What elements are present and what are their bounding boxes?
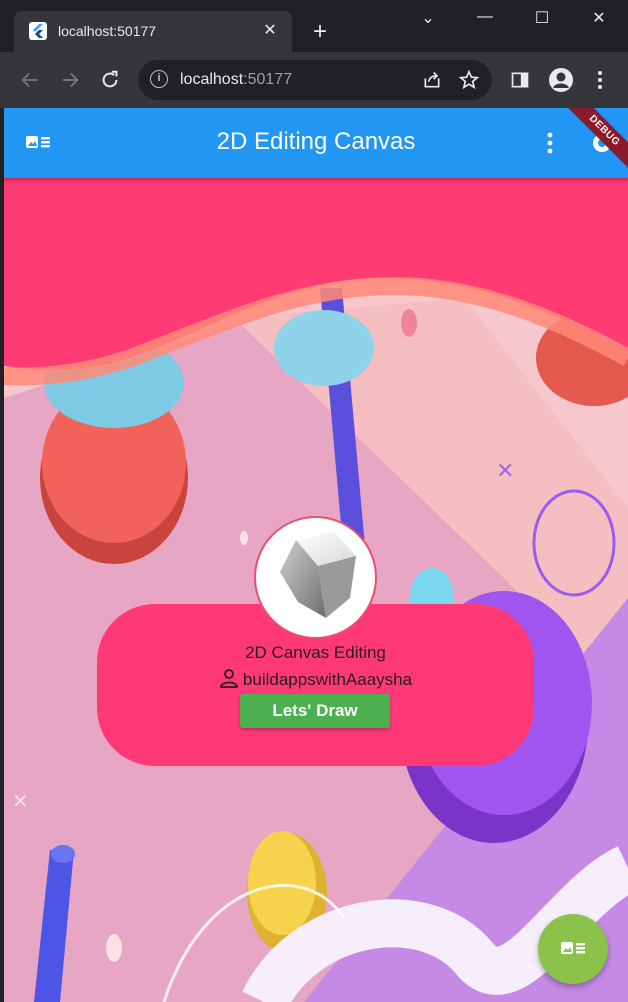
- tab-close-icon[interactable]: ✕: [258, 19, 282, 43]
- address-bar[interactable]: i localhost:50177: [138, 60, 492, 100]
- maximize-button[interactable]: ☐: [522, 8, 562, 28]
- browser-menu-icon[interactable]: [586, 66, 614, 94]
- svg-text:✕: ✕: [12, 789, 29, 813]
- author-row: buildappswithAaaysha: [97, 668, 534, 690]
- side-panel-icon[interactable]: [506, 66, 534, 94]
- reload-icon[interactable]: [96, 66, 124, 94]
- browser-tab[interactable]: localhost:50177 ✕: [14, 11, 292, 52]
- flutter-favicon-icon: [29, 22, 47, 40]
- browser-toolbar: i localhost:50177: [0, 52, 628, 108]
- browser-tabstrip: localhost:50177 ✕ + ⌄ — ☐ ✕: [0, 0, 628, 52]
- image-list-icon: [561, 942, 585, 954]
- bookmark-star-icon[interactable]: [458, 69, 480, 96]
- overflow-menu-icon[interactable]: [546, 132, 554, 159]
- tab-search-icon[interactable]: ⌄: [408, 8, 448, 28]
- minimize-button[interactable]: —: [465, 8, 505, 26]
- person-icon: [220, 669, 238, 688]
- tab-title: localhost:50177: [58, 23, 157, 39]
- window-close-button[interactable]: ✕: [579, 8, 619, 28]
- page-title: 2D Editing Canvas: [216, 128, 416, 155]
- lets-draw-button[interactable]: Lets' Draw: [240, 694, 390, 728]
- url-text: localhost:50177: [180, 71, 292, 89]
- url-host: localhost: [180, 71, 244, 88]
- app-viewport: ✕ ✕ 2D Editing Canvas DEBUG 2D Canvas Ed…: [4, 108, 628, 1002]
- author-name: buildappswithAaaysha: [242, 670, 413, 689]
- share-icon[interactable]: [422, 70, 442, 95]
- forward-icon[interactable]: [56, 66, 84, 94]
- card-title: 2D Canvas Editing: [245, 643, 386, 662]
- floating-action-button[interactable]: [538, 914, 608, 984]
- url-port: :50177: [243, 71, 293, 88]
- app-bar: 2D Editing Canvas DEBUG: [4, 108, 628, 178]
- site-info-icon[interactable]: i: [150, 70, 168, 88]
- new-tab-button[interactable]: +: [306, 18, 334, 46]
- cube-avatar-image: [254, 516, 377, 639]
- back-icon[interactable]: [16, 66, 44, 94]
- svg-text:✕: ✕: [496, 459, 514, 484]
- profile-avatar-icon[interactable]: [547, 66, 575, 94]
